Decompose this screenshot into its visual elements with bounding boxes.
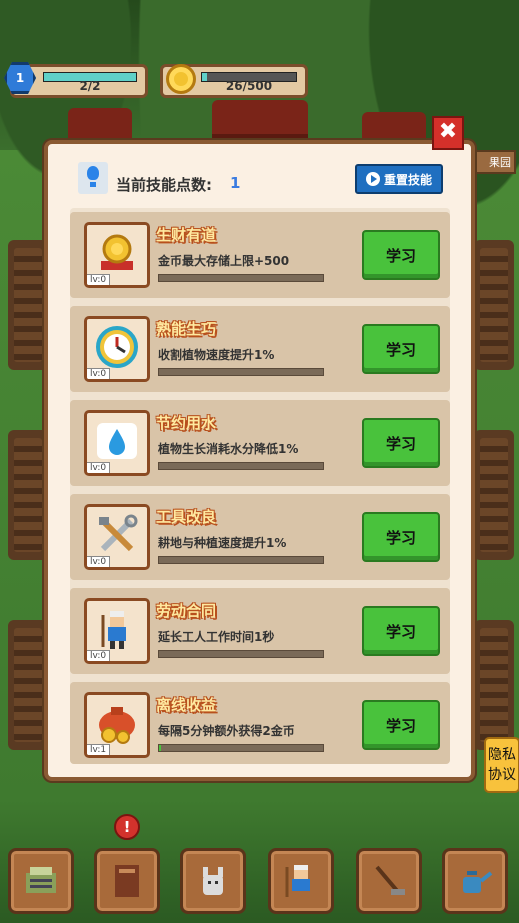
close-button[interactable]: ✖ <box>432 116 464 150</box>
tools-icon <box>95 513 139 557</box>
skill-icon-frame: lv:1 <box>84 692 150 758</box>
nav-button-pet[interactable] <box>180 848 246 914</box>
skill-icon-frame: lv:0 <box>84 410 150 476</box>
skill-card: lv:1 离线收益 每隔5分钟额外获得2金币 学习 <box>70 682 450 764</box>
skill-points-label: 当前技能点数: <box>116 176 212 194</box>
skill-description: 收割植物速度提升1% <box>158 348 275 362</box>
reset-skills-label: 重置技能 <box>383 172 432 187</box>
skill-icon-frame: lv:0 <box>84 222 150 288</box>
skill-level: lv:0 <box>87 274 111 285</box>
skill-description: 耕地与种植速度提升1% <box>158 536 287 550</box>
alert-badge: ! <box>114 814 140 840</box>
skill-description: 延长工人工作时间1秒 <box>158 630 275 644</box>
close-icon: ✖ <box>438 119 458 144</box>
skill-card: lv:0 熟能生巧 收割植物速度提升1% 学习 <box>70 306 450 392</box>
skill-level: lv:0 <box>87 650 111 661</box>
nav-button-cash-register[interactable] <box>8 848 74 914</box>
nav-button-farmer[interactable] <box>268 848 334 914</box>
barn-roof <box>212 100 308 140</box>
learn-button[interactable]: 学习 <box>362 324 440 374</box>
skill-progress-track <box>158 556 324 564</box>
skill-card: lv:0 节约用水 植物生长消耗水分降低1% 学习 <box>70 400 450 486</box>
cash-register-icon <box>23 863 59 899</box>
skill-progress-track <box>158 650 324 658</box>
farm-sign[interactable]: 果园 <box>472 150 516 174</box>
book-icon <box>109 863 145 899</box>
exp-text: 2/2 <box>79 79 101 93</box>
farmer-icon <box>283 863 319 899</box>
skill-progress-track <box>158 368 324 376</box>
soil-plot <box>474 240 514 370</box>
hoe-icon <box>371 863 407 899</box>
skill-card: lv:0 劳动合同 延长工人工作时间1秒 学习 <box>70 588 450 674</box>
coin-stack-icon <box>95 231 139 275</box>
skill-level: lv:0 <box>87 556 111 567</box>
soil-plot <box>8 240 48 370</box>
play-icon <box>365 172 380 186</box>
nav-button-watering-can[interactable] <box>442 848 508 914</box>
skill-name: 节约用水 <box>156 414 217 432</box>
panel-header: 当前技能点数: 1 重置技能 <box>78 162 443 202</box>
skill-description: 每隔5分钟额外获得2金币 <box>158 724 295 738</box>
reset-skills-button[interactable]: 重置技能 <box>355 164 443 194</box>
skill-name: 离线收益 <box>156 696 217 714</box>
skill-name: 生财有道 <box>156 226 217 244</box>
skill-name: 工具改良 <box>156 508 217 526</box>
lightbulb-icon <box>78 162 108 194</box>
watering-can-icon <box>457 863 493 899</box>
money-bag-icon <box>95 701 139 745</box>
learn-button[interactable]: 学习 <box>362 418 440 468</box>
worker-icon <box>95 607 139 651</box>
learn-button[interactable]: 学习 <box>362 700 440 750</box>
soil-plot <box>8 620 48 750</box>
skill-icon-frame: lv:0 <box>84 598 150 664</box>
skill-level: lv:1 <box>87 744 111 755</box>
nav-button-book[interactable] <box>94 848 160 914</box>
skill-level: lv:0 <box>87 462 111 473</box>
water-drop-icon <box>95 419 139 463</box>
skill-icon-frame: lv:0 <box>84 316 150 382</box>
coin-text: 26/500 <box>225 79 273 93</box>
skill-progress-track <box>158 462 324 470</box>
learn-button[interactable]: 学习 <box>362 230 440 280</box>
skill-level: lv:0 <box>87 368 111 379</box>
skill-description: 植物生长消耗水分降低1% <box>158 442 299 456</box>
skill-icon-frame: lv:0 <box>84 504 150 570</box>
nav-button-hoe[interactable] <box>356 848 422 914</box>
coin-icon <box>166 64 196 94</box>
soil-plot <box>474 620 514 750</box>
skill-points-value: 1 <box>230 174 241 192</box>
soil-plot <box>8 430 48 560</box>
skill-progress-fill <box>159 745 161 751</box>
clock-icon <box>95 325 139 369</box>
skill-progress-track <box>158 274 324 282</box>
privacy-policy-button[interactable]: 隐私协议 <box>484 737 519 793</box>
pet-icon <box>195 863 231 899</box>
skill-progress-track <box>158 744 324 752</box>
skill-description: 金币最大存储上限+500 <box>158 254 290 268</box>
learn-button[interactable]: 学习 <box>362 606 440 656</box>
skill-list[interactable]: lv:0 生财有道 金币最大存储上限+500 学习 lv:0 熟能生巧 收割植物… <box>70 208 450 764</box>
skill-name: 劳动合同 <box>156 602 217 620</box>
learn-button[interactable]: 学习 <box>362 512 440 562</box>
soil-plot <box>474 430 514 560</box>
skill-card: lv:0 生财有道 金币最大存储上限+500 学习 <box>70 212 450 298</box>
skill-card: lv:0 工具改良 耕地与种植速度提升1% 学习 <box>70 494 450 580</box>
skill-panel: 当前技能点数: 1 重置技能 lv:0 生财有道 金币最大存储上限+500 学习… <box>44 140 475 781</box>
skill-name: 熟能生巧 <box>156 320 217 338</box>
